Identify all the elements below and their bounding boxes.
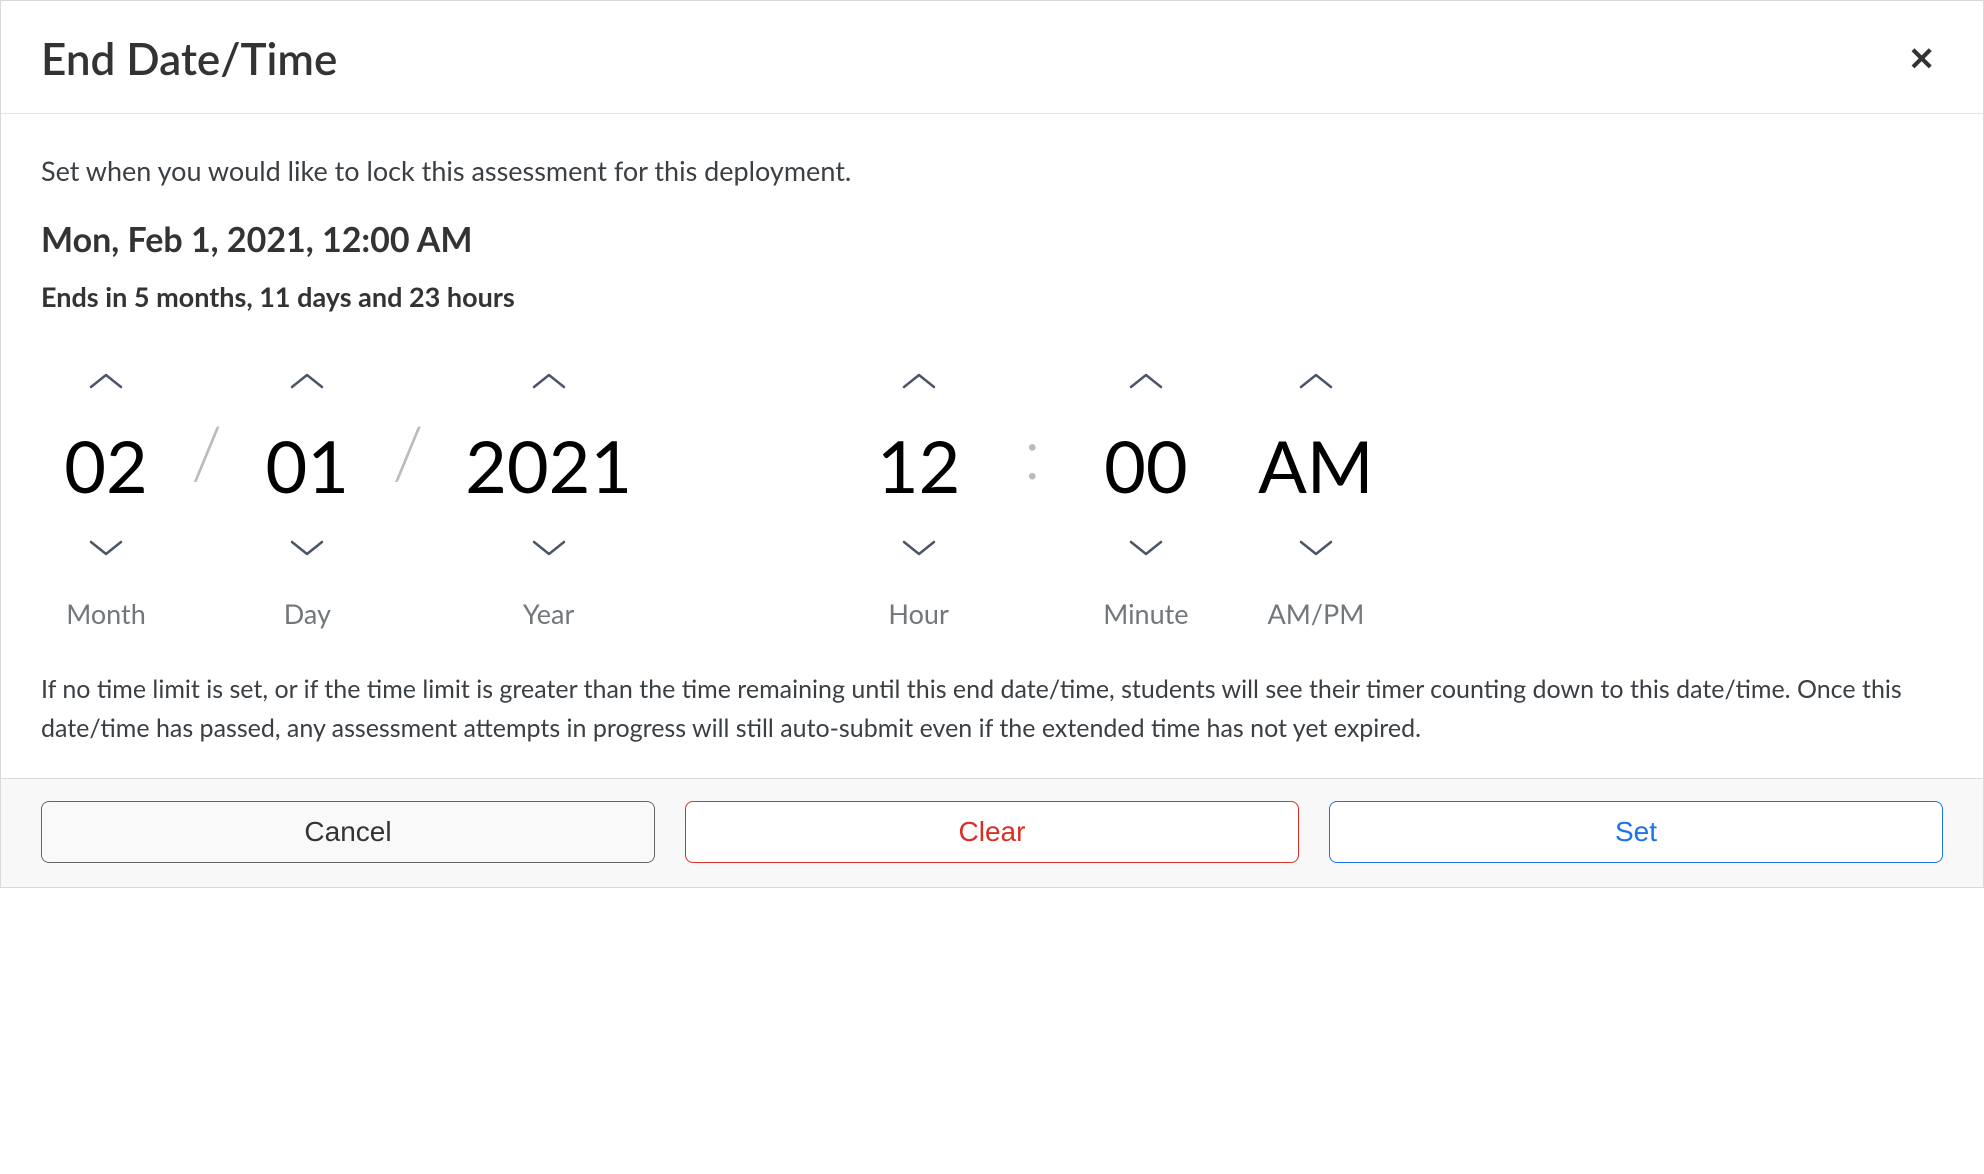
month-decrement-button[interactable] [66, 530, 146, 569]
month-stepper: 02 Month [41, 363, 171, 630]
hour-decrement-button[interactable] [879, 530, 959, 569]
minute-decrement-button[interactable] [1106, 530, 1186, 569]
selected-date-display: Mon, Feb 1, 2021, 12:00 AM [41, 219, 1943, 260]
ampm-decrement-button[interactable] [1276, 530, 1356, 569]
dialog-header: End Date/Time ✕ [1, 1, 1983, 114]
datetime-picker-row: 02 Month / 01 Day / [41, 363, 1943, 630]
year-label: Year [523, 597, 574, 630]
month-increment-button[interactable] [66, 363, 146, 402]
year-increment-button[interactable] [509, 363, 589, 402]
year-stepper: 2021 Year [444, 363, 654, 630]
date-group: 02 Month / 01 Day / [41, 363, 654, 630]
dialog-title: End Date/Time [41, 33, 337, 85]
chevron-down-icon [287, 536, 327, 560]
intro-text: Set when you would like to lock this ass… [41, 154, 1943, 187]
chevron-down-icon [529, 536, 569, 560]
minute-value[interactable]: 00 [1104, 402, 1188, 530]
hour-value[interactable]: 12 [877, 402, 961, 530]
note-text: If no time limit is set, or if the time … [41, 670, 1943, 748]
close-button[interactable]: ✕ [1900, 35, 1943, 83]
hour-increment-button[interactable] [879, 363, 959, 402]
year-decrement-button[interactable] [509, 530, 589, 569]
chevron-down-icon [1296, 536, 1336, 560]
time-group: 12 Hour : 00 Minute [854, 363, 1381, 630]
month-label: Month [66, 597, 146, 630]
chevron-down-icon [899, 536, 939, 560]
ends-in-display: Ends in 5 months, 11 days and 23 hours [41, 280, 1943, 313]
day-decrement-button[interactable] [267, 530, 347, 569]
dialog-body: Set when you would like to lock this ass… [1, 114, 1983, 778]
minute-label: Minute [1103, 597, 1188, 630]
hour-label: Hour [888, 597, 948, 630]
day-stepper: 01 Day [242, 363, 372, 630]
ampm-stepper: AM AM/PM [1251, 363, 1381, 630]
day-increment-button[interactable] [267, 363, 347, 402]
hour-stepper: 12 Hour [854, 363, 984, 630]
minute-stepper: 00 Minute [1081, 363, 1211, 630]
time-separator: : [1024, 416, 1041, 488]
chevron-up-icon [899, 369, 939, 393]
cancel-button[interactable]: Cancel [41, 801, 655, 863]
chevron-up-icon [1126, 369, 1166, 393]
day-label: Day [284, 597, 331, 630]
end-date-time-dialog: End Date/Time ✕ Set when you would like … [0, 0, 1984, 888]
date-separator: / [191, 416, 222, 488]
chevron-up-icon [287, 369, 327, 393]
month-value[interactable]: 02 [64, 402, 148, 530]
close-icon: ✕ [1908, 41, 1935, 77]
chevron-up-icon [529, 369, 569, 393]
chevron-up-icon [86, 369, 126, 393]
clear-button[interactable]: Clear [685, 801, 1299, 863]
chevron-down-icon [86, 536, 126, 560]
ampm-value[interactable]: AM [1258, 402, 1374, 530]
minute-increment-button[interactable] [1106, 363, 1186, 402]
chevron-down-icon [1126, 536, 1166, 560]
ampm-label: AM/PM [1267, 597, 1364, 630]
set-button[interactable]: Set [1329, 801, 1943, 863]
day-value[interactable]: 01 [266, 402, 350, 530]
ampm-increment-button[interactable] [1276, 363, 1356, 402]
chevron-up-icon [1296, 369, 1336, 393]
dialog-footer: Cancel Clear Set [1, 778, 1983, 887]
year-value[interactable]: 2021 [465, 402, 632, 530]
date-separator: / [392, 416, 423, 488]
